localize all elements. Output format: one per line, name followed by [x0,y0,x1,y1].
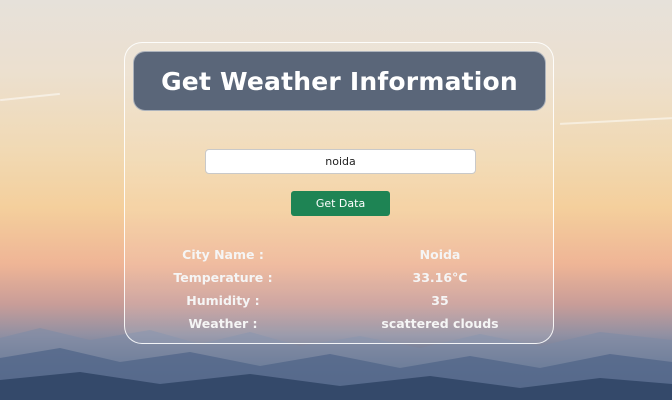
weather-card: Get Weather Information Get Data City Na… [124,42,554,344]
city-name-value: Noida [419,247,461,262]
city-name-label: City Name : [182,247,264,262]
header-banner: Get Weather Information [133,51,546,111]
humidity-label: Humidity : [186,293,260,308]
temperature-value: 33.16°C [412,270,468,285]
info-row-temperature: Temperature : 33.16°C [125,270,555,293]
info-row-humidity: Humidity : 35 [125,293,555,316]
temperature-label: Temperature : [173,270,273,285]
weather-value: scattered clouds [381,316,499,331]
humidity-value: 35 [431,293,449,308]
sky-streak [560,117,672,125]
get-data-button[interactable]: Get Data [291,191,390,216]
weather-info: City Name : Noida Temperature : 33.16°C … [125,247,555,339]
sky-streak [0,92,60,102]
info-row-weather: Weather : scattered clouds [125,316,555,339]
weather-label: Weather : [188,316,258,331]
page-title: Get Weather Information [161,66,518,96]
info-row-city: City Name : Noida [125,247,555,270]
city-input[interactable] [205,149,476,174]
